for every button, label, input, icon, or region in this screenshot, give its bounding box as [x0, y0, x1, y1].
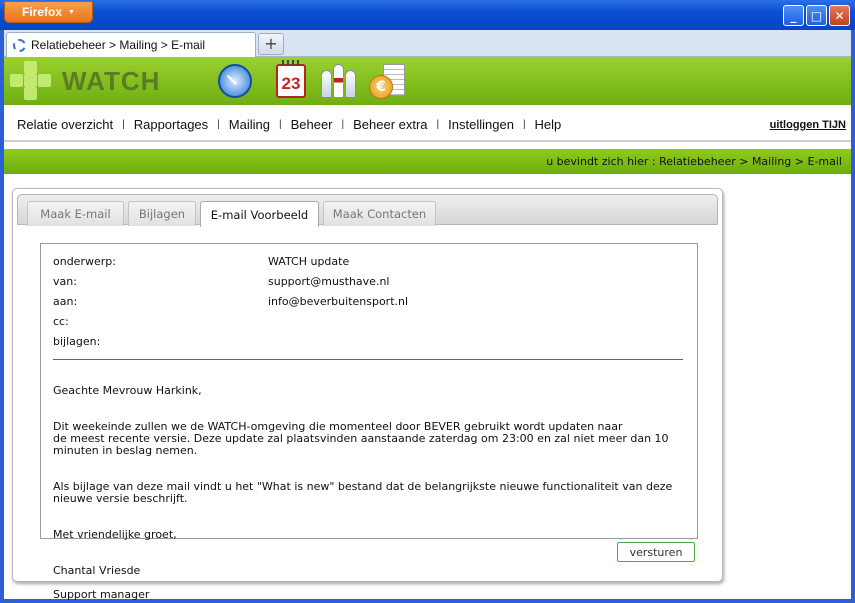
menu-item-beheer-extra[interactable]: Beheer extra: [353, 117, 427, 132]
email-tabbar: Maak E-mail Bijlagen E-mail Voorbeeld Ma…: [17, 194, 718, 227]
browser-tab-title: Relatiebeheer > Mailing > E-mail: [31, 38, 206, 52]
logout-link[interactable]: uitloggen TIJN: [770, 119, 846, 131]
menu-item-help[interactable]: Help: [535, 117, 562, 132]
loading-icon: [13, 38, 26, 52]
firefox-menu-label: Firefox: [22, 5, 63, 19]
menu-item-mailing[interactable]: Mailing: [229, 117, 270, 132]
calendar-day: 23: [276, 60, 306, 98]
email-greeting: Geachte Mevrouw Harkink,: [53, 384, 202, 397]
window-titlebar: Firefox ▼ _ □ ✕: [0, 0, 855, 30]
calendar-icon[interactable]: 23: [270, 60, 312, 102]
to-value: info@beverbuitensport.nl: [268, 295, 409, 308]
send-button[interactable]: versturen: [617, 542, 695, 562]
menu-separator: |: [436, 119, 440, 130]
close-window-button[interactable]: ✕: [829, 5, 850, 26]
tab-maak-contacten[interactable]: Maak Contacten: [323, 201, 436, 226]
menu-separator: |: [217, 119, 220, 130]
menu-separator: |: [522, 119, 526, 130]
clock-icon[interactable]: [214, 60, 256, 102]
menu-separator: |: [278, 119, 282, 130]
browser-tabstrip: Relatiebeheer > Mailing > E-mail +: [4, 30, 851, 57]
breadcrumb-bar: u bevindt zich hier : Relatiebeheer > Ma…: [4, 149, 851, 174]
browser-tab[interactable]: Relatiebeheer > Mailing > E-mail: [6, 32, 256, 57]
tab-email-voorbeeld[interactable]: E-mail Voorbeeld: [200, 201, 319, 227]
dropdown-caret-icon: ▼: [68, 8, 75, 16]
brand-name: WATCH: [62, 66, 161, 96]
header-divider: [53, 359, 683, 360]
cc-label: cc:: [53, 315, 69, 328]
menu-item-beheer[interactable]: Beheer: [291, 117, 333, 132]
tab-bijlagen[interactable]: Bijlagen: [128, 201, 196, 226]
minimize-button[interactable]: _: [783, 5, 804, 26]
email-paragraph-2: Als bijlage van deze mail vindt u het "W…: [53, 480, 673, 505]
menu-item-relatie-overzicht[interactable]: Relatie overzicht: [17, 117, 113, 132]
email-closing: Met vriendelijke groet,: [53, 528, 177, 541]
subject-label: onderwerp:: [53, 255, 116, 268]
menu-item-rapportages[interactable]: Rapportages: [134, 117, 208, 132]
menu-separator: |: [341, 119, 345, 130]
main-menu: Relatie overzicht | Rapportages | Mailin…: [4, 105, 851, 142]
to-label: aan:: [53, 295, 78, 308]
tab-maak-email[interactable]: Maak E-mail: [27, 201, 124, 226]
from-label: van:: [53, 275, 77, 288]
signature-name: Chantal Vriesde: [53, 564, 141, 577]
email-preview: onderwerp: WATCH update van: support@mus…: [40, 243, 698, 601]
app-header: WATCH 23 €: [4, 57, 851, 105]
invoice-icon[interactable]: €: [366, 60, 408, 102]
email-body: Geachte Mevrouw Harkink, Dit weekeinde z…: [53, 373, 693, 603]
menu-item-instellingen[interactable]: Instellingen: [448, 117, 514, 132]
email-paragraph-1: Dit weekeinde zullen we de WATCH-omgevin…: [53, 420, 669, 457]
contacts-icon[interactable]: [317, 60, 359, 102]
attachments-label: bijlagen:: [53, 335, 101, 348]
from-value: support@musthave.nl: [268, 275, 390, 288]
window-controls: _ □ ✕: [783, 5, 850, 26]
maximize-button[interactable]: □: [806, 5, 827, 26]
firefox-menu-button[interactable]: Firefox ▼: [4, 1, 93, 23]
subject-value: WATCH update: [268, 255, 350, 268]
browser-frame: Relatiebeheer > Mailing > E-mail + WATCH…: [4, 30, 851, 601]
breadcrumb: u bevindt zich hier : Relatiebeheer > Ma…: [546, 155, 842, 168]
menu-separator: |: [122, 119, 125, 130]
signature-title: Support manager: [53, 588, 150, 601]
new-tab-button[interactable]: +: [258, 33, 284, 55]
email-panel: Maak E-mail Bijlagen E-mail Voorbeeld Ma…: [12, 188, 723, 601]
watch-logo-icon: [10, 61, 52, 101]
